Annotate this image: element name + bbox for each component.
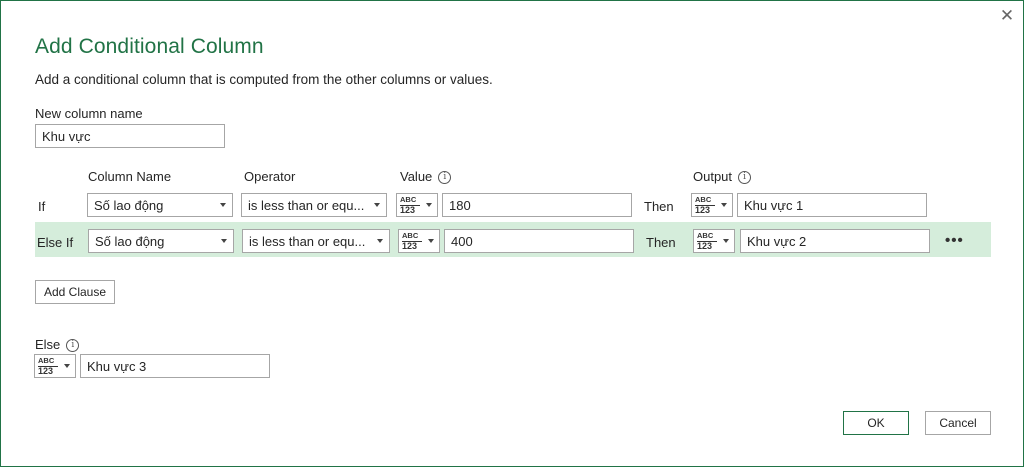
output-input[interactable]: Khu vực 2: [740, 229, 930, 253]
else-output-input[interactable]: Khu vực 3: [80, 354, 270, 378]
value-input[interactable]: 180: [442, 193, 632, 217]
chevron-down-icon: [374, 203, 380, 207]
else-type-button[interactable]: ABC 123: [34, 354, 76, 378]
chevron-down-icon: [377, 239, 383, 243]
operator-dropdown[interactable]: is less than or equ...: [241, 193, 387, 217]
abc-123-icon: ABC 123: [38, 357, 58, 376]
else-label-text: Else: [35, 337, 61, 352]
new-column-name-label: New column name: [35, 106, 143, 121]
abc-123-icon: ABC 123: [695, 196, 715, 215]
dialog-description: Add a conditional column that is compute…: [35, 72, 493, 87]
chevron-down-icon: [428, 239, 434, 243]
cancel-button[interactable]: Cancel: [925, 411, 991, 435]
info-icon[interactable]: i: [66, 339, 80, 353]
operator-dropdown[interactable]: is less than or equ...: [242, 229, 390, 253]
close-icon[interactable]: ✕: [999, 7, 1015, 24]
else-label: Else i: [35, 337, 80, 353]
add-clause-button[interactable]: Add Clause: [35, 280, 115, 304]
chevron-down-icon: [721, 203, 727, 207]
column-name-value: Số lao động: [94, 197, 164, 213]
output-type-button[interactable]: ABC 123: [691, 193, 733, 217]
chevron-down-icon: [426, 203, 432, 207]
chevron-down-icon: [723, 239, 729, 243]
chevron-down-icon: [221, 239, 227, 243]
more-options-icon[interactable]: •••: [945, 232, 964, 249]
operator-value: is less than or equ...: [249, 233, 366, 249]
value-input[interactable]: 400: [444, 229, 634, 253]
operator-header: Operator: [244, 169, 296, 184]
value-type-button[interactable]: ABC 123: [396, 193, 438, 217]
output-input[interactable]: Khu vực 1: [737, 193, 927, 217]
abc-123-icon: ABC 123: [697, 232, 717, 251]
chevron-down-icon: [64, 364, 70, 368]
column-name-value: Số lao động: [95, 233, 165, 249]
value-header-text: Value: [400, 169, 433, 184]
then-label: Then: [646, 235, 676, 250]
output-type-button[interactable]: ABC 123: [693, 229, 735, 253]
info-icon[interactable]: i: [438, 171, 452, 185]
output-header-text: Output: [693, 169, 733, 184]
value-type-button[interactable]: ABC 123: [398, 229, 440, 253]
value-header: Value i: [400, 169, 452, 185]
operator-value: is less than or equ...: [248, 197, 365, 213]
add-conditional-column-dialog: ✕ Add Conditional Column Add a condition…: [0, 0, 1024, 467]
output-header: Output i: [693, 169, 752, 185]
dialog-title: Add Conditional Column: [35, 35, 264, 58]
column-name-dropdown[interactable]: Số lao động: [88, 229, 234, 253]
column-name-header: Column Name: [88, 169, 172, 184]
abc-123-icon: ABC 123: [402, 232, 422, 251]
clause-keyword-if: If: [38, 199, 46, 214]
chevron-down-icon: [220, 203, 226, 207]
abc-123-icon: ABC 123: [400, 196, 420, 215]
ok-button[interactable]: OK: [843, 411, 909, 435]
info-icon[interactable]: i: [738, 171, 752, 185]
column-name-dropdown[interactable]: Số lao động: [87, 193, 233, 217]
clause-keyword-else-if: Else If: [37, 235, 74, 250]
new-column-name-input[interactable]: Khu vực: [35, 124, 225, 148]
then-label: Then: [644, 199, 674, 214]
